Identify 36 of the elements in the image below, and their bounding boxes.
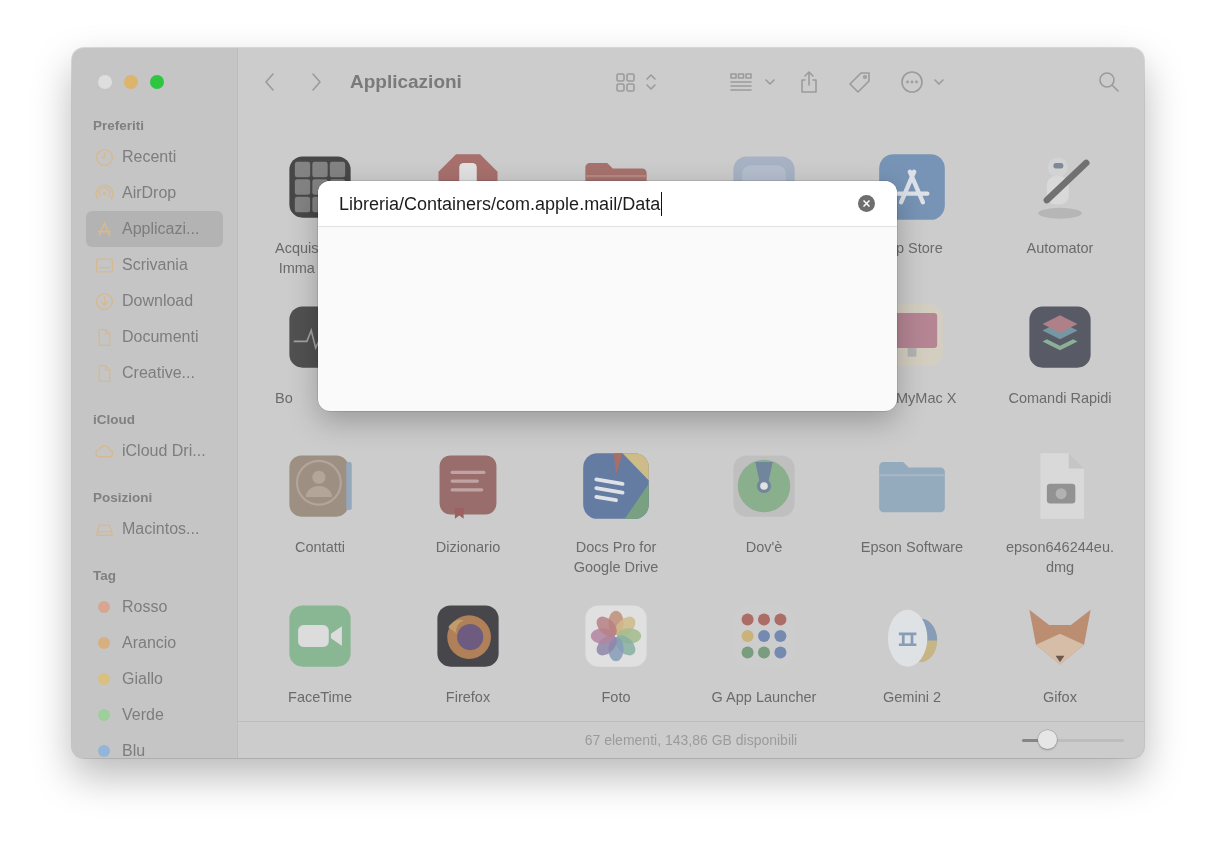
file-name: Comandi Rapidi [1008, 388, 1112, 408]
file-name: Firefox [445, 687, 491, 707]
sidebar-item[interactable]: Verde [86, 697, 223, 733]
file-name: p Store [896, 239, 943, 258]
file-name: Docs Pro for Google Drive [573, 538, 659, 577]
section-header: Tag [92, 567, 116, 585]
file-name: Contatti [295, 538, 345, 557]
sidebar-item[interactable]: Arancio [86, 625, 223, 661]
sidebar-item[interactable]: iCloud Dri... [86, 433, 223, 469]
file-name: Dizionario [435, 538, 501, 557]
file-name: Gifox [1043, 687, 1077, 707]
sidebar-item[interactable]: Creative... [86, 355, 223, 391]
sidebar-item[interactable]: Documenti [86, 319, 223, 355]
sidebar-item[interactable]: Recenti [86, 139, 223, 175]
file-name: Foto [601, 687, 631, 707]
window-title: Applicazioni [350, 71, 462, 93]
file-name: G App Launcher [711, 687, 817, 707]
section-header: Posizioni [92, 489, 153, 507]
section-header: Preferiti [92, 117, 145, 135]
sidebar-item[interactable]: Scrivania [86, 247, 223, 283]
file-name: Dov'è [745, 538, 783, 557]
sidebar-item[interactable]: Download [86, 283, 223, 319]
file-name: MyMac X [896, 388, 957, 408]
sidebar-item[interactable]: Macintos... [86, 511, 223, 547]
file-name: FaceTime [288, 687, 352, 707]
sidebar-item[interactable]: Blu [86, 733, 223, 758]
file-name: Bo [275, 388, 293, 408]
file-name: Gemini 2 [883, 687, 941, 707]
sidebar-item[interactable]: AirDrop [86, 175, 223, 211]
file-name: Automator [1026, 239, 1094, 258]
sidebar-item[interactable]: Giallo [86, 661, 223, 697]
file-name: Acquis Imma [275, 239, 319, 278]
file-name: epson646244eu. dmg [1005, 538, 1115, 577]
section-header: iCloud [92, 411, 135, 429]
file-name: Epson Software [860, 538, 964, 557]
sidebar-item[interactable]: Rosso [86, 589, 223, 625]
